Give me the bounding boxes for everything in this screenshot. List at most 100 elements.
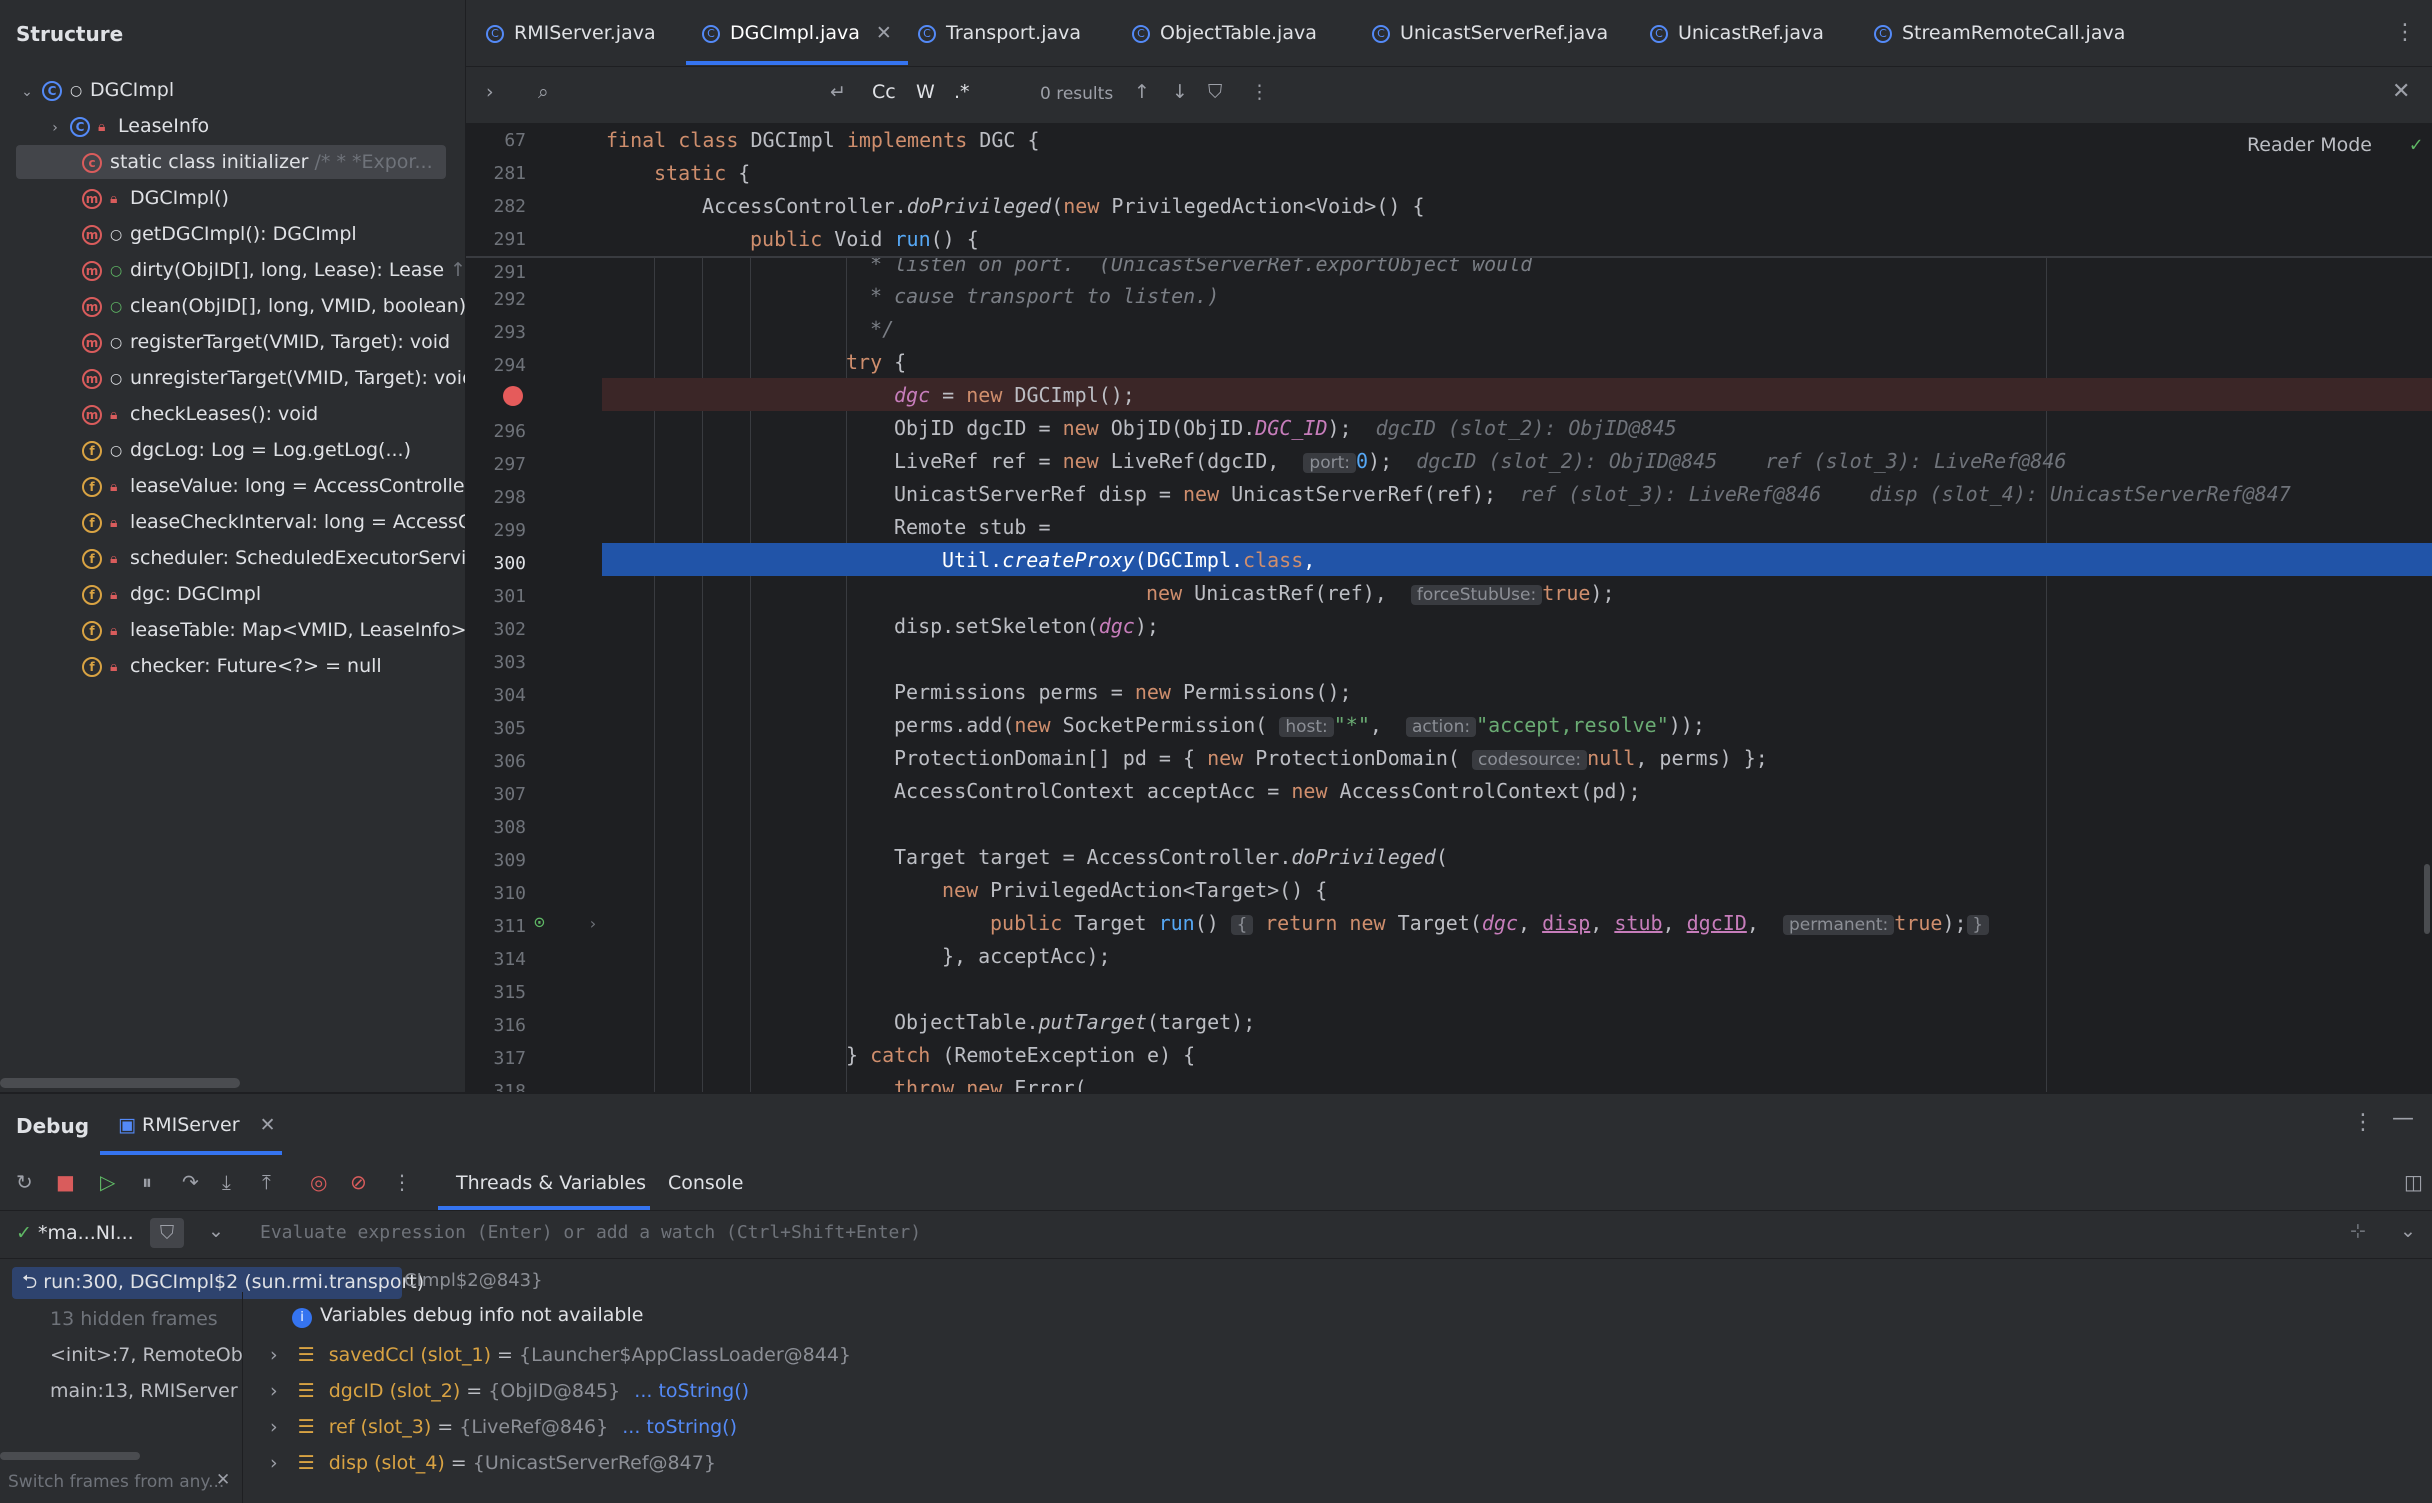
chevron-right-icon[interactable]: › <box>270 1416 278 1438</box>
tree-item-dgclog[interactable]: f ○ dgcLog: Log = Log.getLog(...) <box>0 433 465 467</box>
frame-label: run:300, DGCImpl$2 (sun.rmi.transport) <box>43 1271 425 1293</box>
tostring-link[interactable]: ... toString() <box>622 1416 737 1438</box>
tree-item-checker[interactable]: f 🔒︎ checker: Future<?> = null <box>0 649 465 683</box>
filter-icon[interactable]: ⛉ <box>150 1218 184 1248</box>
chevron-down-icon[interactable]: ⌄ <box>2400 1220 2416 1242</box>
fold-icon[interactable]: › <box>588 914 598 933</box>
variable-row[interactable]: › ☰ savedCcl (slot_1) = {Launcher$AppCla… <box>270 1338 851 1372</box>
structure-title: Structure <box>16 22 124 46</box>
resume-icon[interactable]: ▷ <box>100 1170 115 1194</box>
tree-item-label: LeaseInfo <box>118 115 210 137</box>
tree-item-clean[interactable]: m ○ clean(ObjID[], long, VMID, boolean): v… <box>0 289 465 323</box>
tab-label: DGCImpl.java <box>730 22 860 44</box>
chevron-right-icon[interactable]: › <box>270 1452 278 1474</box>
editor-scrollbar[interactable] <box>2424 864 2430 934</box>
tab-dgcimpl[interactable]: C DGCImpl.java ✕ <box>686 0 908 65</box>
close-icon[interactable]: ✕ <box>260 1114 276 1136</box>
chevron-down-icon[interactable]: ⌄ <box>208 1220 224 1242</box>
tree-item-leasevalue[interactable]: f 🔒︎ leaseValue: long = AccessController.d… <box>0 469 465 503</box>
code-editor[interactable]: 67 final class DGCImpl implements DGC { … <box>466 124 2432 1092</box>
variable-row[interactable]: › ☰ ref (slot_3) = {LiveRef@846} ... toS… <box>270 1410 737 1444</box>
tab-console[interactable]: Console <box>668 1172 743 1194</box>
more-icon[interactable]: ⋮ <box>2352 1110 2374 1135</box>
frame-init[interactable]: <init>:7, RemoteObjIm <box>0 1338 242 1372</box>
more-tabs-icon[interactable]: ⋮ <box>2394 0 2416 64</box>
line-number: 297 <box>493 454 526 475</box>
chevron-right-icon[interactable]: › <box>270 1380 278 1402</box>
mute-breakpoints-icon[interactable]: ⊘ <box>350 1170 367 1194</box>
chevron-right-icon[interactable]: › <box>46 111 64 143</box>
words-button[interactable]: W <box>916 81 935 103</box>
rerun-icon[interactable]: ↻ <box>16 1170 33 1194</box>
tab-rmiserver[interactable]: C RMIServer.java <box>486 0 656 64</box>
hidden-frames-toggle[interactable]: 13 hidden frames <box>0 1302 242 1336</box>
close-icon[interactable]: ✕ <box>876 22 892 44</box>
tree-item-leaseinfo[interactable]: › C 🔒︎ LeaseInfo <box>0 109 465 143</box>
tab-threads-variables[interactable]: Threads & Variables <box>456 1172 646 1194</box>
stop-icon[interactable]: ■ <box>56 1170 75 1194</box>
step-over-icon[interactable]: ↷ <box>182 1170 199 1194</box>
tree-item-constructor[interactable]: m 🔒︎ DGCImpl() <box>0 181 465 215</box>
structure-scrollbar[interactable] <box>0 1078 240 1088</box>
variable-row[interactable]: › ☰ disp (slot_4) = {UnicastServerRef@84… <box>270 1446 716 1480</box>
static-field-icon: f <box>82 440 103 461</box>
frame-run[interactable]: ⮌ run:300, DGCImpl$2 (sun.rmi.transport) <box>22 1268 424 1300</box>
chevron-right-icon[interactable]: › <box>270 1344 278 1366</box>
match-case-button[interactable]: Cc <box>872 81 896 103</box>
tree-item-dgc[interactable]: f 🔒︎ dgc: DGCImpl <box>0 577 465 611</box>
evaluate-expression-input[interactable]: Evaluate expression (Enter) or add a wat… <box>260 1222 921 1243</box>
tree-item-leasetable[interactable]: f 🔒︎ leaseTable: Map<VMID, LeaseInfo> = ne… <box>0 613 465 647</box>
lock-icon: 🔒︎ <box>110 190 118 207</box>
thread-selector[interactable]: ✓ *ma...NI... <box>16 1222 134 1244</box>
arrow-up-icon[interactable]: ↑ <box>1134 81 1150 103</box>
tree-item-registertarget[interactable]: m ○ registerTarget(VMID, Target): void <box>0 325 465 359</box>
tab-streamremotecall[interactable]: C StreamRemoteCall.java <box>1874 0 2125 64</box>
more-icon[interactable]: ⋮ <box>1250 81 1269 103</box>
view-breakpoints-icon[interactable]: ◎ <box>310 1170 327 1194</box>
tree-item-getdgcimpl[interactable]: m ○ getDGCImpl(): DGCImpl <box>0 217 465 251</box>
step-into-icon[interactable]: ⤓ <box>222 1170 231 1194</box>
frames-scrollbar[interactable] <box>0 1452 140 1460</box>
variable-name: dgcID (slot_2) <box>328 1380 461 1402</box>
tab-unicastserverref[interactable]: C UnicastServerRef.java <box>1372 0 1608 64</box>
variable-row[interactable]: › ☰ dgcID (slot_2) = {ObjID@845} ... toS… <box>270 1374 749 1408</box>
chevron-down-icon[interactable]: ⌄ <box>18 75 36 107</box>
search-icon[interactable]: ⌕ <box>538 81 549 103</box>
tree-item-unregistertarget[interactable]: m ○ unregisterTarget(VMID, Target): void <box>0 361 465 395</box>
tostring-link[interactable]: ... toString() <box>634 1380 749 1402</box>
tree-item-static-initializer[interactable]: c static class initializer /* * *Expor... <box>16 145 446 179</box>
tree-item-label: scheduler: ScheduledExecutorService = <box>130 547 465 569</box>
close-icon[interactable]: ✕ <box>216 1470 230 1490</box>
tree-item-dirty[interactable]: m ○ dirty(ObjID[], long, Lease): Lease ↑DG… <box>0 253 465 287</box>
code-line: Target target = AccessController.doPrivi… <box>894 845 1448 869</box>
wrap-icon[interactable]: ↵ <box>830 81 846 103</box>
filter-icon[interactable]: ⛉ <box>1208 81 1222 103</box>
tab-objecttable[interactable]: C ObjectTable.java <box>1132 0 1317 64</box>
session-tab[interactable]: ▣ RMIServer ✕ <box>118 1114 275 1136</box>
return-arrow-icon: ⮌ <box>22 1271 38 1293</box>
tab-transport[interactable]: C Transport.java <box>918 0 1081 64</box>
pause-icon[interactable]: ⏸ <box>142 1170 152 1194</box>
add-watch-icon[interactable]: ⊹ <box>2350 1220 2366 1242</box>
more-icon[interactable]: ⋮ <box>392 1170 412 1194</box>
minimize-icon[interactable]: — <box>2392 1106 2414 1131</box>
chevron-right-icon[interactable]: › <box>486 81 494 103</box>
reader-mode-button[interactable]: Reader Mode <box>2247 134 2372 156</box>
step-out-icon[interactable]: ⤒ <box>262 1170 271 1194</box>
lock-icon: 🔒︎ <box>110 514 118 531</box>
layout-icon[interactable]: ◫ <box>2404 1170 2423 1194</box>
tree-item-checkleases[interactable]: m 🔒︎ checkLeases(): void <box>0 397 465 431</box>
tree-item-leasecheckinterval[interactable]: f 🔒︎ leaseCheckInterval: long = AccessCont… <box>0 505 465 539</box>
regex-button[interactable]: .* <box>954 81 970 103</box>
arrow-down-icon[interactable]: ↓ <box>1172 81 1188 103</box>
tree-item-scheduler[interactable]: f 🔒︎ scheduler: ScheduledExecutorService = <box>0 541 465 575</box>
code-line: static { <box>654 161 751 185</box>
frame-main[interactable]: main:13, RMIServer (o <box>0 1374 242 1408</box>
tree-item-label: leaseValue: long = AccessController.doPr… <box>130 475 465 497</box>
close-icon[interactable]: ✕ <box>2392 79 2410 104</box>
tab-unicastref[interactable]: C UnicastRef.java <box>1650 0 1824 64</box>
breakpoint-icon[interactable] <box>503 386 523 406</box>
override-gutter-icon[interactable]: ⊙ <box>534 912 545 933</box>
static-field-icon: f <box>82 548 103 569</box>
tree-item-dgcimpl[interactable]: ⌄ C ○ DGCImpl <box>0 73 465 107</box>
